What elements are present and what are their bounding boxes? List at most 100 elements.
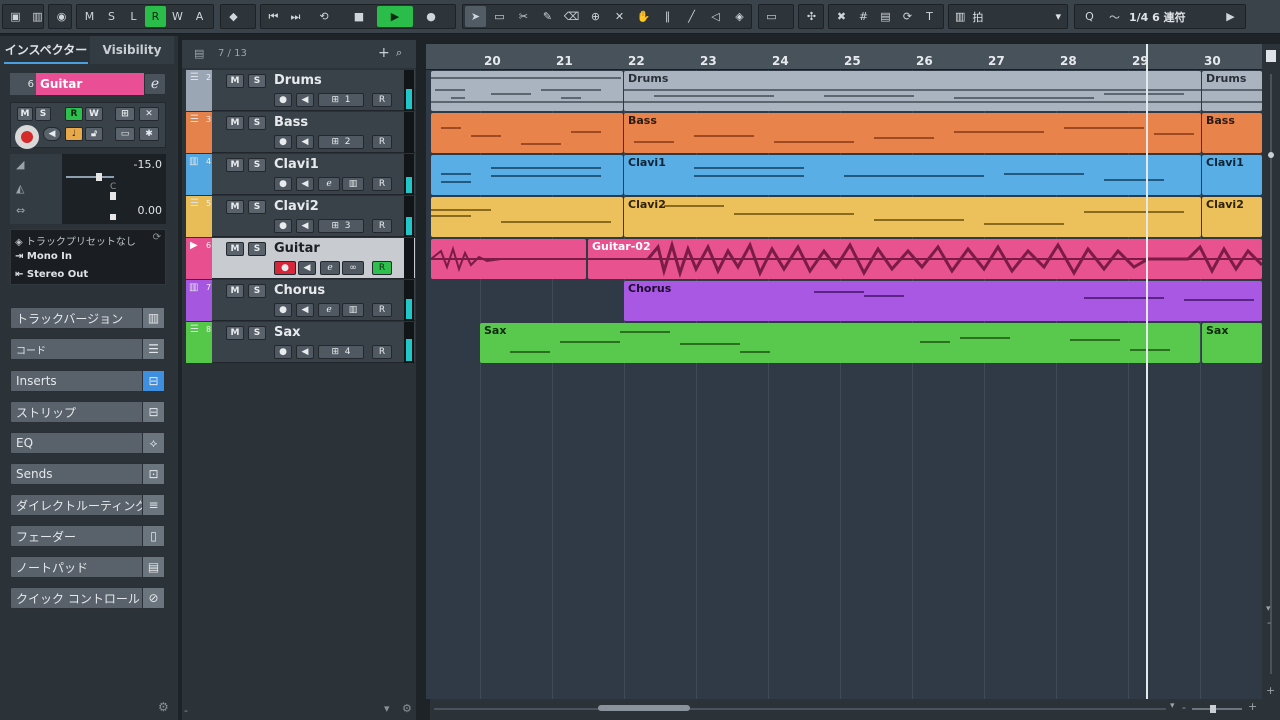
monitor-icon[interactable]: ◀ <box>43 127 61 141</box>
volume-value[interactable]: -15.0 <box>134 158 162 171</box>
solo-all-button[interactable]: S <box>101 6 122 27</box>
read-button[interactable]: R <box>372 303 392 317</box>
timewarp-tool-icon[interactable]: ∥ <box>657 6 678 27</box>
read-button[interactable]: R <box>372 135 392 149</box>
scroll-thumb[interactable] <box>1268 152 1274 158</box>
snap-toggle-icon[interactable]: ✖ <box>831 6 852 27</box>
section-track-versions[interactable]: トラックバージョン ▥ <box>10 307 165 329</box>
record-icon[interactable]: ● <box>414 6 448 27</box>
zoom-tool-icon[interactable]: ⊕ <box>585 6 606 27</box>
quantize-button[interactable]: Q <box>1079 6 1100 27</box>
read-button[interactable]: R <box>372 345 392 359</box>
select-tool-icon[interactable]: ➤ <box>465 6 486 27</box>
midi-part[interactable] <box>431 197 623 237</box>
edit-instrument-icon[interactable]: ℯ <box>318 177 340 191</box>
pan-value[interactable]: 0.00 <box>138 204 163 217</box>
quantize-apply-icon[interactable]: ▶ <box>1220 6 1241 27</box>
events-icon[interactable]: ⟳ <box>897 6 918 27</box>
stop-icon[interactable]: ■ <box>342 6 376 27</box>
section-inserts[interactable]: Inserts ⊟ <box>10 370 165 392</box>
write-all-button[interactable]: W <box>167 6 188 27</box>
keyboard-icon[interactable]: ▥ <box>342 303 364 317</box>
timeline-ruler[interactable]: 20 21 22 23 24 25 26 27 28 29 30 <box>426 44 1268 70</box>
draw-tool-icon[interactable]: ✎ <box>537 6 558 27</box>
add-track-icon[interactable]: + <box>378 45 390 61</box>
record-icon[interactable]: ● <box>274 135 292 149</box>
section-chord[interactable]: コード ☰ <box>10 338 165 360</box>
midi-channel[interactable]: ⊞ 4 <box>318 345 364 359</box>
mute-button[interactable]: M <box>226 242 244 256</box>
track-row[interactable]: ☰ 8 M S Sax ● ◀ ⊞ 4 R <box>186 322 415 363</box>
zoom-in-icon[interactable]: + <box>1266 684 1275 697</box>
record-icon[interactable]: ● <box>274 93 292 107</box>
solo-button[interactable]: S <box>248 200 266 214</box>
grid-type-select[interactable]: ▥ 拍 ▾ <box>948 4 1068 29</box>
track-name[interactable]: Guitar <box>274 241 320 256</box>
monitor-icon[interactable]: ◀ <box>296 135 314 149</box>
solo-button[interactable]: S <box>248 242 266 256</box>
cycle-icon[interactable]: ⟲ <box>307 6 341 27</box>
solo-button[interactable]: S <box>248 74 266 88</box>
midi-part[interactable]: Clavi2 <box>624 197 1201 237</box>
midi-part[interactable]: Bass <box>1202 113 1262 153</box>
bypass-icon[interactable]: ✕ <box>139 107 159 121</box>
edit-instrument-icon[interactable]: ⊞ <box>115 107 135 121</box>
mute-button[interactable]: M <box>226 326 244 340</box>
track-row[interactable]: ☰ 2 M S Drums ● ◀ ⊞ 1 R <box>186 70 415 111</box>
monitor-icon[interactable]: ◀ <box>298 261 316 275</box>
record-icon[interactable]: ● <box>274 345 292 359</box>
track-row-selected[interactable]: ▶ 6 M S Guitar ● ◀ ℯ ∞ R <box>186 238 415 279</box>
lanes-icon[interactable]: ▭ <box>115 127 135 141</box>
track-preset[interactable]: ◈ トラックプリセットなし <box>15 233 136 248</box>
volume-slider[interactable] <box>66 176 114 178</box>
go-to-start-icon[interactable]: ⏮ <box>263 6 284 27</box>
link-icon[interactable]: ∞ <box>342 261 364 275</box>
monitor-icon[interactable]: ◀ <box>296 345 314 359</box>
vertical-scrollbar[interactable]: ▾ - + <box>1262 44 1280 720</box>
read-automation-button[interactable]: R <box>65 107 83 121</box>
section-notepad[interactable]: ノートパッド ▤ <box>10 556 165 578</box>
track-row[interactable]: ☰ 5 M S Clavi2 ● ◀ ⊞ 3 R <box>186 196 415 237</box>
section-quick-controls[interactable]: クイック コントロール ⊘ <box>10 587 165 609</box>
keyboard-icon[interactable]: ▥ <box>342 177 364 191</box>
midi-part[interactable]: Drums <box>1202 71 1262 111</box>
solo-button[interactable]: S <box>248 116 266 130</box>
view-toggle-icon[interactable]: ▥ <box>27 6 48 27</box>
edit-instrument-icon[interactable]: ℯ <box>318 303 340 317</box>
freeze-icon[interactable]: ✱ <box>139 127 159 141</box>
edit-channel-icon[interactable]: ℯ <box>144 73 166 95</box>
zoom-in-icon[interactable]: + <box>1248 700 1257 713</box>
zoom-slider[interactable] <box>1192 708 1242 710</box>
section-eq[interactable]: EQ ⟡ <box>10 432 165 454</box>
snap-zero-icon[interactable]: ✣ <box>801 6 822 27</box>
zoom-slider-handle[interactable] <box>1210 705 1216 713</box>
midi-part[interactable]: Drums <box>624 71 1201 111</box>
color-swatch-icon[interactable]: ▭ <box>761 6 782 27</box>
autoscroll-icon[interactable]: ◆ <box>223 6 244 27</box>
lock-icon[interactable]: 🔓︎ <box>85 127 103 141</box>
mute-button[interactable]: M <box>226 158 244 172</box>
mute-button[interactable]: M <box>226 284 244 298</box>
play-tool-icon[interactable]: ◁ <box>705 6 726 27</box>
midi-part[interactable] <box>431 155 623 195</box>
midi-part[interactable]: Bass <box>624 113 1201 153</box>
monitor-icon[interactable]: ◀ <box>296 93 314 107</box>
musical-mode-icon[interactable]: ♩ <box>65 127 83 141</box>
track-name[interactable]: Clavi2 <box>274 199 319 214</box>
mute-button[interactable]: M <box>226 74 244 88</box>
zoom-presets-icon[interactable]: ▾ <box>1266 604 1271 614</box>
erase-tool-icon[interactable]: ⌫ <box>561 6 582 27</box>
track-name[interactable]: Drums <box>274 73 322 88</box>
track-name[interactable]: Clavi1 <box>274 157 319 172</box>
solo-button[interactable]: S <box>248 326 266 340</box>
hand-tool-icon[interactable]: ✋ <box>633 6 654 27</box>
read-button[interactable]: R <box>372 219 392 233</box>
color-tool-icon[interactable]: ◈ <box>729 6 750 27</box>
read-button[interactable]: R <box>372 177 392 191</box>
mute-button[interactable]: M <box>226 116 244 130</box>
read-button[interactable]: R <box>372 261 392 275</box>
zoom-presets-icon[interactable]: ▾ <box>1170 701 1175 711</box>
track-name[interactable]: Sax <box>274 325 301 340</box>
range-tool-icon[interactable]: ▭ <box>489 6 510 27</box>
track-name-field[interactable]: Guitar <box>36 73 144 95</box>
